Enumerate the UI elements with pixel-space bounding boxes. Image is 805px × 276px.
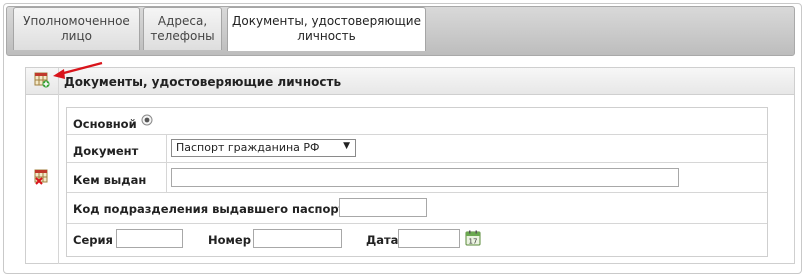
tab-label-line1: Адреса, bbox=[157, 14, 208, 28]
document-label: Документ bbox=[73, 144, 139, 158]
series-label: Серия bbox=[73, 233, 113, 247]
tab-label-line2: личность bbox=[297, 29, 356, 43]
division-code-input[interactable] bbox=[339, 198, 427, 217]
tab-label-line2: лицо bbox=[61, 29, 92, 43]
tab-addresses-phones[interactable]: Адреса, телефоны bbox=[143, 7, 222, 50]
series-input[interactable] bbox=[116, 229, 183, 248]
tab-label-line2: телефоны bbox=[150, 29, 215, 43]
form-column-separator bbox=[166, 135, 167, 193]
document-type-select[interactable]: Паспорт гражданина РФ ▼ bbox=[171, 139, 356, 157]
row-primary bbox=[67, 108, 767, 135]
tab-label-line1: Уполномоченное bbox=[23, 14, 130, 28]
delete-row-icon[interactable] bbox=[34, 169, 50, 185]
primary-label: Основной bbox=[73, 117, 137, 131]
chevron-down-icon: ▼ bbox=[343, 141, 350, 151]
add-row-icon[interactable] bbox=[34, 72, 50, 88]
red-arrow-annotation bbox=[53, 61, 103, 79]
calendar-icon[interactable]: 17 bbox=[465, 230, 481, 246]
calendar-day-text: 17 bbox=[469, 238, 478, 246]
document-type-value: Паспорт гражданина РФ bbox=[176, 141, 320, 154]
tab-identity-documents[interactable]: Документы, удостоверяющие личность bbox=[227, 7, 426, 51]
tab-label-line1: Документы, удостоверяющие bbox=[232, 14, 421, 28]
tab-authorized-person[interactable]: Уполномоченное лицо bbox=[13, 7, 140, 50]
date-label: Дата bbox=[366, 233, 399, 247]
panel-title: Документы, удостоверяющие личность bbox=[64, 75, 342, 89]
panel-column-separator bbox=[58, 68, 59, 264]
number-input[interactable] bbox=[253, 229, 342, 248]
division-code-label: Код подразделения выдавшего паспорт bbox=[73, 202, 346, 216]
issued-by-input[interactable] bbox=[171, 168, 679, 187]
number-label: Номер bbox=[208, 233, 251, 247]
issued-by-label: Кем выдан bbox=[73, 173, 147, 187]
date-input[interactable] bbox=[398, 229, 460, 248]
primary-radio[interactable] bbox=[141, 114, 153, 126]
